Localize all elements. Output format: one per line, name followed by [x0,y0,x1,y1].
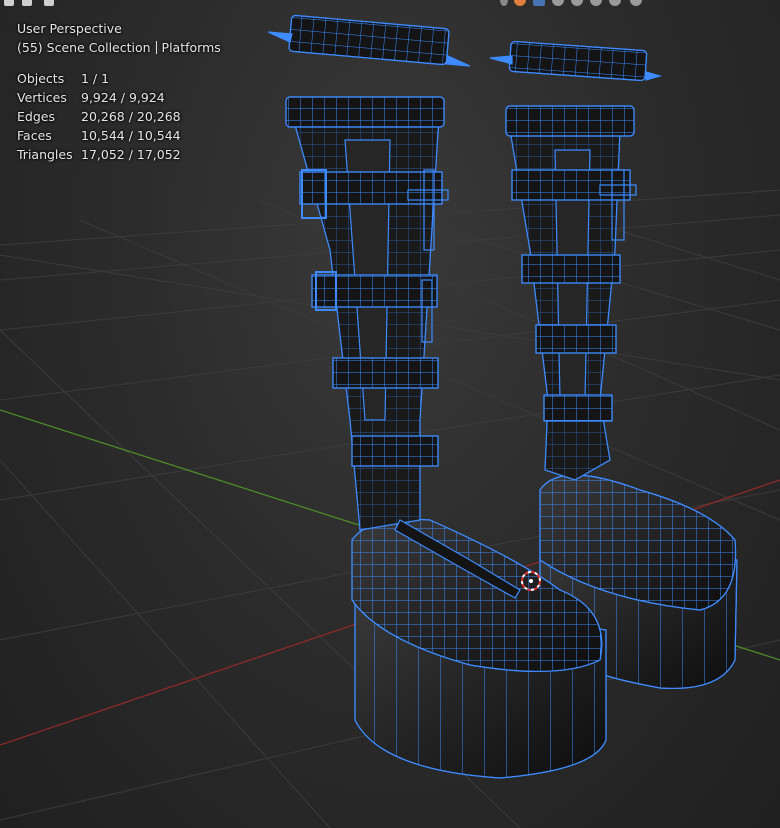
stat-faces: Faces 10,544 / 10,544 [17,126,221,145]
stat-label: Faces [17,128,52,143]
separator [155,41,157,54]
3d-viewport[interactable]: User Perspective (55) Scene Collection Pl… [0,0,780,828]
stat-label: Edges [17,109,55,124]
view-name: User Perspective [17,21,122,36]
stat-triangles: Triangles 17,052 / 17,052 [17,145,221,164]
stat-value: 10,544 / 10,544 [81,128,181,143]
viewport-text-overlay: User Perspective (55) Scene Collection Pl… [17,19,221,164]
stat-value: 20,268 / 20,268 [81,109,181,124]
stat-label: Triangles [17,147,73,162]
collection-info: (55) Scene Collection Platforms [17,38,221,57]
stat-label: Vertices [17,90,67,105]
collection-name: (55) Scene Collection [17,40,151,55]
stat-edges: Edges 20,268 / 20,268 [17,107,221,126]
stat-label: Objects [17,71,65,86]
stat-value: 17,052 / 17,052 [81,147,181,162]
active-object-name: Platforms [161,40,221,55]
stat-vertices: Vertices 9,924 / 9,924 [17,88,221,107]
statistics: Objects 1 / 1 Vertices 9,924 / 9,924 Edges… [17,69,221,164]
stat-objects: Objects 1 / 1 [17,69,221,88]
stat-value: 9,924 / 9,924 [81,90,165,105]
stat-value: 1 / 1 [81,71,110,86]
